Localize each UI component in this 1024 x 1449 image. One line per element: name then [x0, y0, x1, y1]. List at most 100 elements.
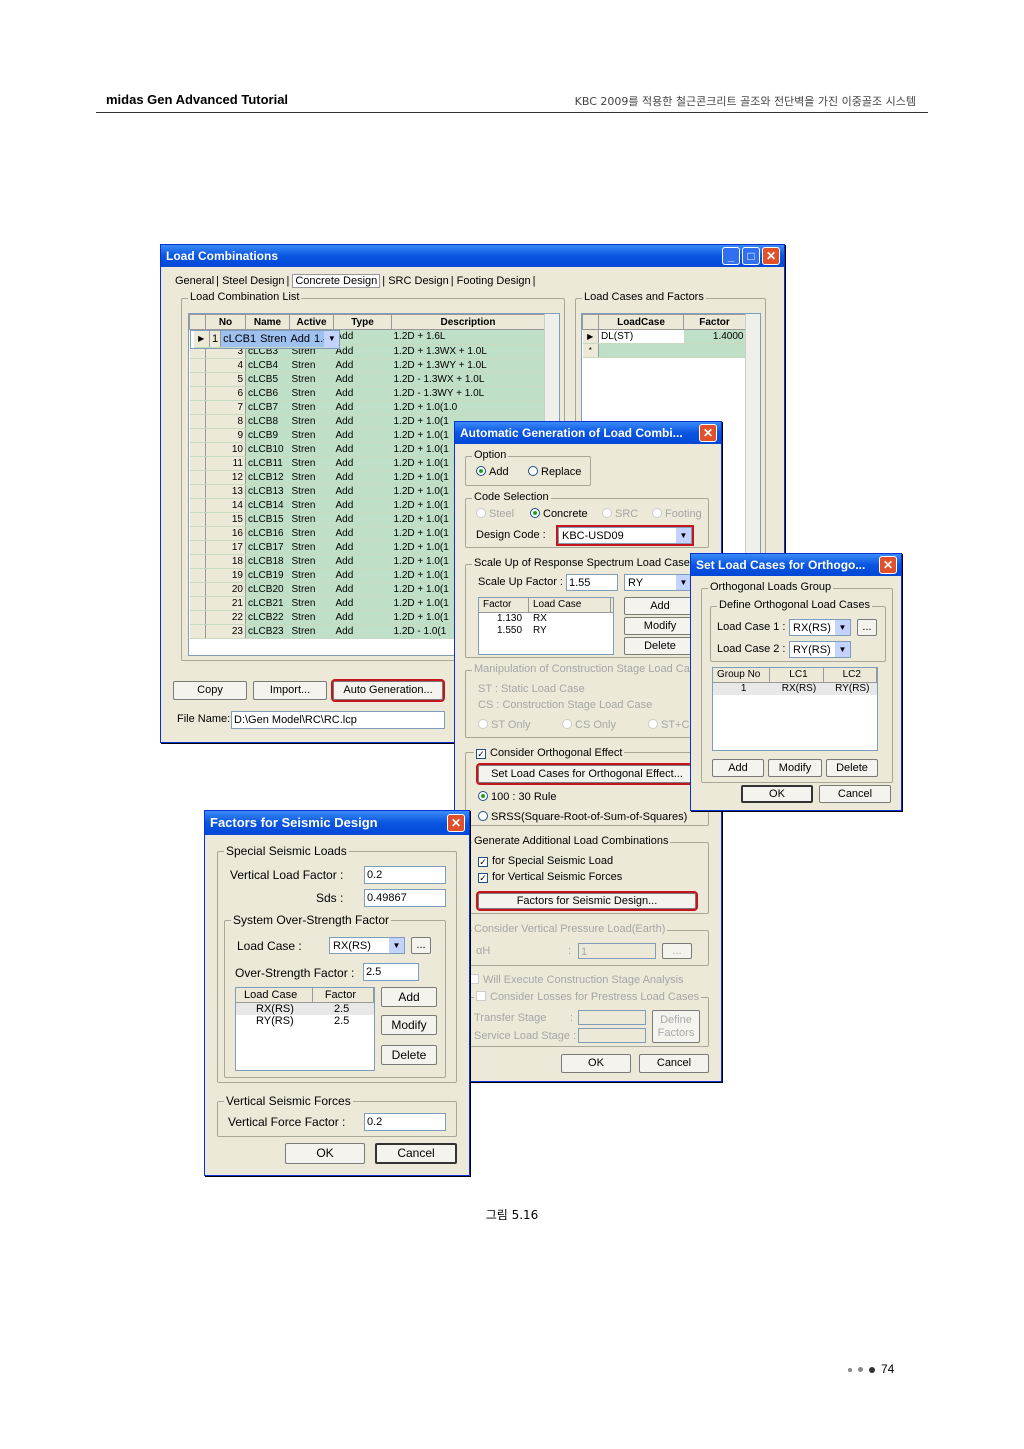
- cancel-button[interactable]: Cancel: [639, 1054, 709, 1073]
- cell-active[interactable]: Stren: [289, 400, 334, 415]
- steel-radio[interactable]: Steel: [476, 508, 514, 520]
- fsd-cancel-button[interactable]: Cancel: [375, 1143, 457, 1164]
- cell-type[interactable]: Add: [333, 512, 392, 527]
- st-only-radio[interactable]: ST Only: [478, 719, 531, 731]
- table-row[interactable]: ▶ DL(ST) 1.4000: [582, 329, 746, 344]
- concrete-radio[interactable]: Concrete: [530, 508, 588, 520]
- cell-name[interactable]: cLCB17: [245, 540, 290, 555]
- cell-description[interactable]: 1.2D - 1.3WY + 1.0L: [391, 386, 545, 401]
- tab-general[interactable]: General: [175, 275, 214, 287]
- cell-active[interactable]: Stren: [289, 484, 334, 499]
- table-row[interactable]: 6 cLCB6 Stren Add 1.2D - 1.3WY + 1.0L: [189, 386, 545, 401]
- cell-description[interactable]: 1.4D: [312, 331, 340, 348]
- set-orthogonal-cases-button[interactable]: Set Load Cases for Orthogonal Effect...: [476, 763, 698, 785]
- fsd-ok-button[interactable]: OK: [285, 1143, 365, 1164]
- over-strength-add-button[interactable]: Add: [381, 987, 437, 1007]
- alpha-h-field[interactable]: 1: [578, 943, 656, 959]
- cell-type[interactable]: Add: [333, 344, 392, 359]
- cell-factor[interactable]: [683, 343, 746, 358]
- will-execute-checkbox[interactable]: Will Execute Construction Stage Analysis: [469, 974, 684, 986]
- cell-description[interactable]: 1.2D + 1.0(1.0: [391, 400, 545, 415]
- cell-name[interactable]: cLCB19: [245, 568, 290, 583]
- cell-name[interactable]: cLCB13: [245, 484, 290, 499]
- vertical-force-factor-field[interactable]: 0.2: [364, 1113, 446, 1131]
- vertical-seismic-checkbox[interactable]: ✓ for Vertical Seismic Forces: [478, 871, 622, 883]
- minimize-icon[interactable]: _: [722, 247, 740, 265]
- cell-type[interactable]: Add: [333, 596, 392, 611]
- close-icon[interactable]: ✕: [879, 556, 897, 574]
- cell-name[interactable]: cLCB1: [220, 331, 259, 348]
- column-header-factor[interactable]: Factor: [683, 314, 746, 330]
- cell-description[interactable]: 1.2D + 1.6L: [391, 330, 545, 345]
- list-item[interactable]: RY(RS) 2.5: [236, 1015, 374, 1027]
- cell-type[interactable]: Add: [333, 554, 392, 569]
- cell-type[interactable]: Add: [333, 400, 392, 415]
- list-item[interactable]: 1 RX(RS) RY(RS): [713, 683, 877, 695]
- cell-name[interactable]: cLCB8: [245, 414, 290, 429]
- cell-type[interactable]: Add: [333, 610, 392, 625]
- scale-delete-button[interactable]: Delete: [624, 637, 696, 655]
- cell-active[interactable]: Stren: [289, 386, 334, 401]
- define-factors-button[interactable]: Define Factors: [652, 1010, 700, 1043]
- cell-name[interactable]: cLCB20: [245, 582, 290, 597]
- cs-only-radio[interactable]: CS Only: [562, 719, 616, 731]
- list-item[interactable]: 1.130 RX: [479, 613, 613, 625]
- orthogonal-group-list[interactable]: Group No LC1 LC2 1 RX(RS) RY(RS): [712, 667, 878, 751]
- scale-up-factor-field[interactable]: 1.55: [566, 574, 618, 591]
- orth-delete-button[interactable]: Delete: [826, 759, 878, 777]
- scale-add-button[interactable]: Add: [624, 597, 696, 615]
- tab-src-design[interactable]: SRC Design: [388, 275, 449, 287]
- tab-concrete-design[interactable]: Concrete Design: [292, 274, 381, 288]
- cell-description[interactable]: 1.2D + 1.3WX + 1.0L: [391, 344, 545, 359]
- srss-radio[interactable]: SRSS(Square-Root-of-Sum-of-Squares): [478, 811, 687, 823]
- cell-active[interactable]: Stren: [289, 554, 334, 569]
- orth-add-button[interactable]: Add: [712, 759, 764, 777]
- cell-active[interactable]: Stren: [289, 624, 334, 639]
- cell-loadcase[interactable]: DL(ST): [598, 329, 684, 344]
- close-icon[interactable]: ✕: [447, 814, 465, 832]
- over-strength-factor-field[interactable]: 2.5: [363, 963, 419, 981]
- cell-active[interactable]: Stren: [289, 568, 334, 583]
- consider-losses-checkbox[interactable]: Consider Losses for Prestress Load Cases: [474, 991, 702, 1003]
- table-row[interactable]: 4 cLCB4 Stren Add 1.2D + 1.3WY + 1.0L: [189, 358, 545, 373]
- copy-button[interactable]: Copy: [173, 681, 247, 700]
- cell-name[interactable]: cLCB9: [245, 428, 290, 443]
- column-header-loadcase[interactable]: LoadCase: [598, 314, 684, 330]
- scale-factor-list[interactable]: Factor Load Case 1.130 RX 1.550 RY: [478, 597, 614, 655]
- cell-name[interactable]: cLCB18: [245, 554, 290, 569]
- column-header-no[interactable]: No: [205, 314, 246, 330]
- footing-radio[interactable]: Footing: [652, 508, 702, 520]
- list-item[interactable]: 1.550 RY: [479, 625, 613, 637]
- cell-name[interactable]: cLCB4: [245, 358, 290, 373]
- over-strength-list[interactable]: Load Case Factor RX(RS) 2.5 RY(RS) 2.5: [235, 987, 375, 1071]
- tab-footing-design[interactable]: Footing Design: [457, 275, 531, 287]
- cell-type[interactable]: Add: [333, 386, 392, 401]
- cell-name[interactable]: cLCB16: [245, 526, 290, 541]
- list-item[interactable]: RX(RS) 2.5: [236, 1003, 374, 1015]
- cell-type[interactable]: Add: [333, 428, 392, 443]
- load-case-1-browse-button[interactable]: ...: [857, 619, 877, 636]
- column-header-active[interactable]: Active: [289, 314, 334, 330]
- cell-name[interactable]: cLCB11: [245, 456, 290, 471]
- cell-description[interactable]: 1.2D + 1.3WY + 1.0L: [391, 358, 545, 373]
- column-header-description[interactable]: Description: [391, 314, 545, 330]
- cell-active[interactable]: Stren: [289, 582, 334, 597]
- cell-active[interactable]: Stren: [289, 610, 334, 625]
- orth-cancel-button[interactable]: Cancel: [819, 785, 891, 803]
- auto-generation-button[interactable]: Auto Generation...: [331, 679, 445, 702]
- service-load-stage-field[interactable]: [578, 1028, 646, 1043]
- cell-active[interactable]: Stren: [289, 526, 334, 541]
- vertical-load-factor-field[interactable]: 0.2: [364, 866, 446, 884]
- alpha-h-browse-button[interactable]: ...: [662, 943, 692, 959]
- close-icon[interactable]: ✕: [762, 247, 780, 265]
- src-radio[interactable]: SRC: [602, 508, 638, 520]
- cell-name[interactable]: cLCB12: [245, 470, 290, 485]
- cell-name[interactable]: cLCB23: [245, 624, 290, 639]
- tab-steel-design[interactable]: Steel Design: [222, 275, 284, 287]
- over-strength-delete-button[interactable]: Delete: [381, 1045, 437, 1065]
- cell-description[interactable]: 1.2D - 1.3WX + 1.0L: [391, 372, 545, 387]
- cell-name[interactable]: cLCB6: [245, 386, 290, 401]
- file-name-field[interactable]: D:\Gen Model\RC\RC.lcp: [231, 711, 445, 729]
- load-case-1-select[interactable]: RX(RS): [789, 619, 851, 636]
- cell-active[interactable]: Stren: [289, 596, 334, 611]
